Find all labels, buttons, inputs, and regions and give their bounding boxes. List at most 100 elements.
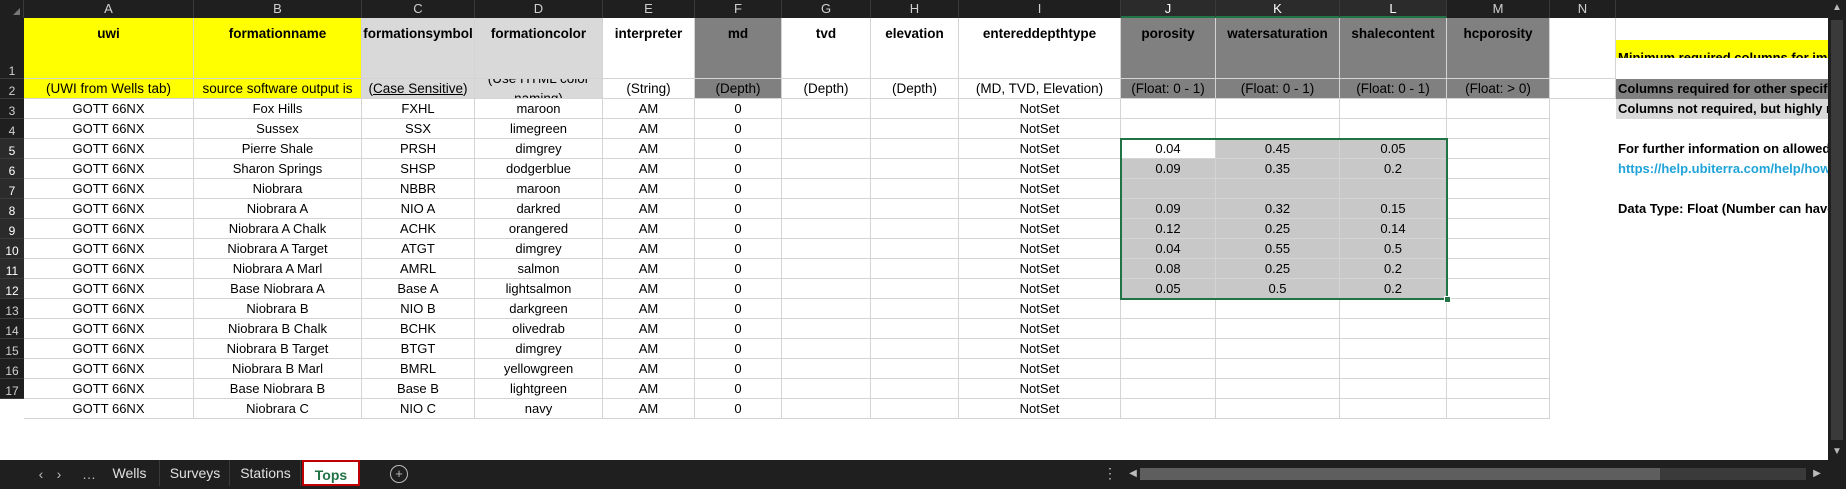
cell-interp[interactable]: AM [603, 359, 695, 379]
cell-interp[interactable]: AM [603, 339, 695, 359]
subheader-md[interactable]: (Depth) [695, 79, 782, 99]
cell-sh[interactable] [1340, 179, 1447, 199]
cell-ws[interactable]: 0.35 [1216, 159, 1340, 179]
cell-name[interactable]: Niobrara B Chalk [194, 319, 362, 339]
horizontal-scrollbar[interactable]: ◀ ▶ [1124, 466, 1824, 482]
cell-md[interactable]: 0 [695, 319, 782, 339]
cell-empty[interactable] [1447, 239, 1550, 259]
cell-uwi[interactable]: GOTT 66NX [24, 359, 194, 379]
cell-sh[interactable] [1340, 99, 1447, 119]
cell-sh[interactable] [1340, 339, 1447, 359]
cell-por[interactable] [1121, 379, 1216, 399]
subheader-interpreter[interactable]: (String) [603, 79, 695, 99]
column-header-k[interactable]: K [1216, 0, 1340, 18]
cell-name[interactable]: Niobrara [194, 179, 362, 199]
cell-empty[interactable] [782, 199, 871, 219]
cell-color[interactable]: orangered [475, 219, 603, 239]
cell-por[interactable]: 0.09 [1121, 199, 1216, 219]
column-header-f[interactable]: F [695, 0, 782, 18]
cell-empty[interactable] [871, 379, 959, 399]
cell-color[interactable]: lightsalmon [475, 279, 603, 299]
row-header-10[interactable]: 10 [0, 239, 24, 259]
cell-symbol[interactable]: BMRL [362, 359, 475, 379]
row-header-16[interactable]: 16 [0, 359, 24, 379]
column-header-i[interactable]: I [959, 0, 1121, 18]
cell-symbol[interactable]: SHSP [362, 159, 475, 179]
cell-color[interactable]: dimgrey [475, 239, 603, 259]
cell-type[interactable]: NotSet [959, 259, 1121, 279]
cell-symbol[interactable]: SSX [362, 119, 475, 139]
cell-empty[interactable] [782, 299, 871, 319]
cell-color[interactable]: salmon [475, 259, 603, 279]
cell-empty[interactable] [871, 119, 959, 139]
row-header-14[interactable]: 14 [0, 319, 24, 339]
row-header-9[interactable]: 9 [0, 219, 24, 239]
cell-color[interactable]: limegreen [475, 119, 603, 139]
cell-symbol[interactable]: Base A [362, 279, 475, 299]
spreadsheet-grid[interactable]: ABCDEFGHIJKLMN 1 2 3 4 5 6 7 8 9 10 11 12 13 14 15 16 17… [0, 0, 1828, 460]
cell-md[interactable]: 0 [695, 279, 782, 299]
cell-por[interactable]: 0.12 [1121, 219, 1216, 239]
cell-type[interactable]: NotSet [959, 239, 1121, 259]
cell-ws[interactable]: 0.55 [1216, 239, 1340, 259]
cell-name[interactable]: Niobrara B Target [194, 339, 362, 359]
cell-empty[interactable] [1447, 99, 1550, 119]
cell-por[interactable]: 0.04 [1121, 239, 1216, 259]
row-header-13[interactable]: 13 [0, 299, 24, 319]
cell-interp[interactable]: AM [603, 139, 695, 159]
header-formationcolor[interactable]: formationcolor [475, 18, 603, 79]
cell-interp[interactable]: AM [603, 319, 695, 339]
cell-ws[interactable]: 0.5 [1216, 279, 1340, 299]
cell-por[interactable]: 0.09 [1121, 159, 1216, 179]
cell-ws[interactable]: 0.45 [1216, 139, 1340, 159]
cell-empty[interactable] [1447, 359, 1550, 379]
cell-uwi[interactable]: GOTT 66NX [24, 179, 194, 199]
cell-name[interactable]: Niobrara B Marl [194, 359, 362, 379]
header-hcporosity[interactable]: hcporosity [1447, 18, 1550, 79]
cell-interp[interactable]: AM [603, 179, 695, 199]
row-header-7[interactable]: 7 [0, 179, 24, 199]
cell-empty[interactable] [871, 99, 959, 119]
cell-sh[interactable]: 0.2 [1340, 279, 1447, 299]
scroll-up-icon[interactable]: ▲ [1828, 0, 1846, 16]
tab-wells[interactable]: Wells [100, 460, 160, 486]
cell-sh[interactable] [1340, 299, 1447, 319]
cell-interp[interactable]: AM [603, 239, 695, 259]
subheader-porosity[interactable]: (Float: 0 - 1) [1121, 79, 1216, 99]
fill-handle[interactable] [1444, 296, 1451, 303]
cell-type[interactable]: NotSet [959, 199, 1121, 219]
cell-por[interactable] [1121, 179, 1216, 199]
vertical-scroll-thumb[interactable] [1831, 20, 1843, 440]
header-watersaturation[interactable]: watersaturation [1216, 18, 1340, 79]
cell-sh[interactable] [1340, 359, 1447, 379]
cell-por[interactable]: 0.04 [1121, 139, 1216, 159]
header-uwi[interactable]: uwi [24, 18, 194, 79]
cell-empty[interactable] [1447, 339, 1550, 359]
cell-por[interactable] [1121, 359, 1216, 379]
cell-interp[interactable]: AM [603, 379, 695, 399]
column-header-g[interactable]: G [782, 0, 871, 18]
cell-uwi[interactable]: GOTT 66NX [24, 379, 194, 399]
header-porosity[interactable]: porosity [1121, 18, 1216, 79]
subheader-formationname[interactable]: (Case Sensitive: Matching source softwar… [194, 79, 362, 99]
cell-md[interactable]: 0 [695, 379, 782, 399]
cell-md[interactable]: 0 [695, 359, 782, 379]
cell-sh[interactable] [1340, 379, 1447, 399]
cell-type[interactable]: NotSet [959, 99, 1121, 119]
cell-por[interactable]: 0.05 [1121, 279, 1216, 299]
cell-empty[interactable] [1447, 279, 1550, 299]
cell-symbol[interactable]: ACHK [362, 219, 475, 239]
select-all-corner[interactable] [0, 0, 24, 18]
cell-name[interactable]: Niobrara A Marl [194, 259, 362, 279]
prev-sheet-icon[interactable]: ‹ [32, 466, 50, 482]
row-header-1[interactable]: 1 [0, 18, 24, 79]
cell-color[interactable]: lightgreen [475, 379, 603, 399]
cell-symbol[interactable]: FXHL [362, 99, 475, 119]
cell-por[interactable] [1121, 119, 1216, 139]
scroll-right-icon[interactable]: ▶ [1808, 466, 1826, 482]
cell-color[interactable]: dimgrey [475, 339, 603, 359]
cell-interp[interactable]: AM [603, 119, 695, 139]
cell-uwi[interactable]: GOTT 66NX [24, 259, 194, 279]
cell-ws[interactable] [1216, 179, 1340, 199]
column-header-n[interactable]: N [1550, 0, 1616, 18]
